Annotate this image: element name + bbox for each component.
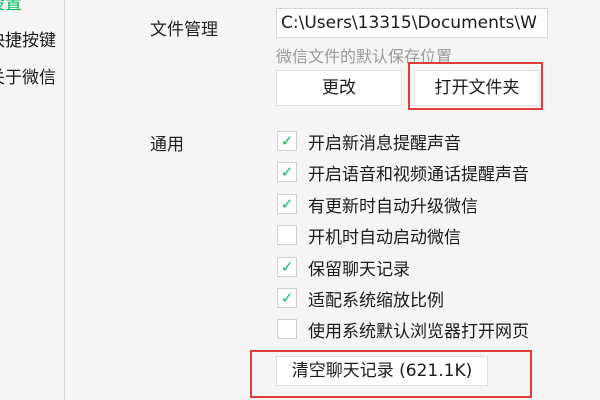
option-label: 有更新时自动升级微信 bbox=[308, 196, 478, 217]
sidebar-item-about[interactable]: 关于微信 bbox=[0, 63, 56, 88]
option-auto-update[interactable]: ✓ 有更新时自动升级微信 bbox=[277, 192, 478, 217]
option-auto-start[interactable]: 开机时自动启动微信 bbox=[277, 223, 461, 248]
checkbox-checked-icon[interactable]: ✓ bbox=[277, 194, 297, 214]
option-label: 适配系统缩放比例 bbox=[308, 290, 444, 311]
option-default-browser[interactable]: 使用系统默认浏览器打开网页 bbox=[277, 317, 529, 342]
sidebar-item-shortcuts[interactable]: 快捷按键 bbox=[0, 26, 56, 51]
open-folder-button[interactable]: 打开文件夹 bbox=[414, 70, 540, 106]
checkbox-checked-icon[interactable]: ✓ bbox=[277, 257, 297, 277]
option-label: 开启语音和视频通话提醒声音 bbox=[308, 164, 529, 185]
option-keep-chat-history[interactable]: ✓ 保留聊天记录 bbox=[277, 255, 410, 280]
clear-chat-history-button[interactable]: 清空聊天记录 (621.1K) bbox=[276, 356, 488, 386]
change-path-button[interactable]: 更改 bbox=[276, 70, 402, 106]
option-new-message-sound[interactable]: ✓ 开启新消息提醒声音 bbox=[277, 129, 461, 154]
general-label: 通用 bbox=[150, 135, 184, 155]
checkbox-unchecked-icon[interactable] bbox=[277, 319, 297, 339]
option-label: 开机时自动启动微信 bbox=[308, 227, 461, 248]
option-call-sound[interactable]: ✓ 开启语音和视频通话提醒声音 bbox=[277, 160, 529, 185]
option-system-scaling[interactable]: ✓ 适配系统缩放比例 bbox=[277, 286, 444, 311]
file-management-label: 文件管理 bbox=[150, 20, 218, 40]
checkbox-unchecked-icon[interactable] bbox=[277, 225, 297, 245]
settings-sidebar: 设置 快捷按键 关于微信 bbox=[0, 0, 65, 400]
checkbox-checked-icon[interactable]: ✓ bbox=[277, 131, 297, 151]
sidebar-item-settings[interactable]: 设置 bbox=[0, 0, 22, 14]
checkbox-checked-icon[interactable]: ✓ bbox=[277, 162, 297, 182]
option-label: 使用系统默认浏览器打开网页 bbox=[308, 321, 529, 342]
save-path-caption: 微信文件的默认保存位置 bbox=[276, 47, 453, 66]
option-label: 保留聊天记录 bbox=[308, 259, 410, 280]
checkbox-checked-icon[interactable]: ✓ bbox=[277, 288, 297, 308]
option-label: 开启新消息提醒声音 bbox=[308, 133, 461, 154]
save-path-field[interactable]: C:\Users\13315\Documents\W bbox=[276, 8, 548, 38]
